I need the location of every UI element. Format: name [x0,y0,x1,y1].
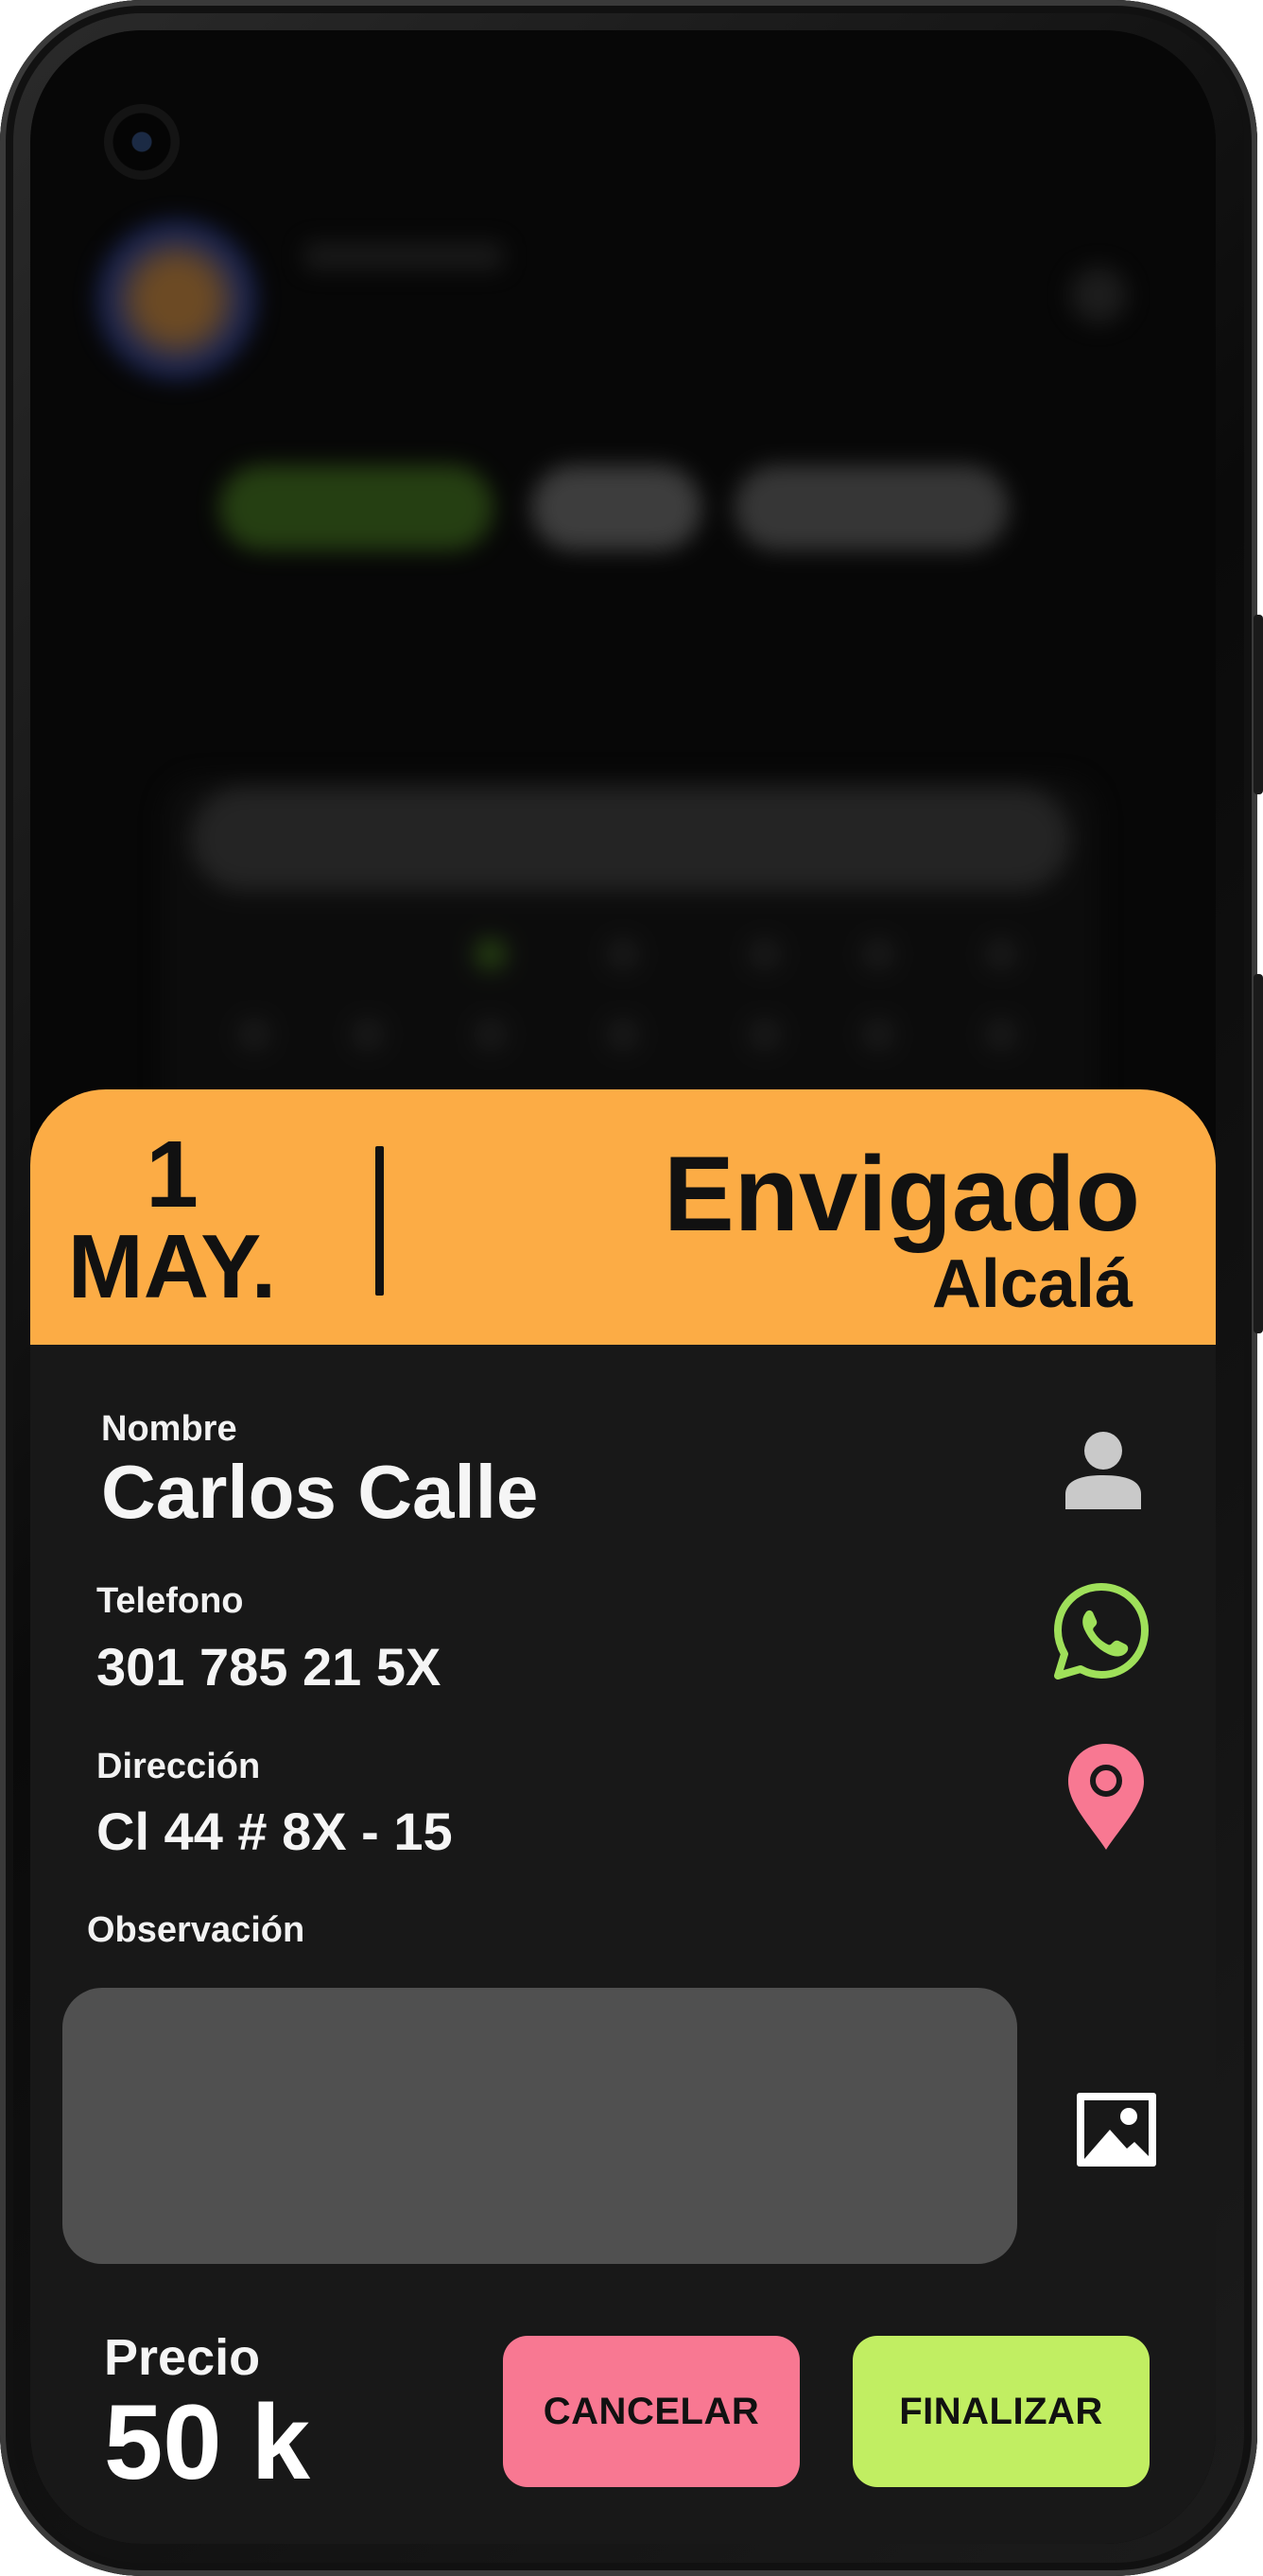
camera-hole [104,104,180,180]
phone-frame: 1 MAY. Envigado Alcalá Nombre Carlos Cal… [0,0,1263,2576]
cancel-button[interactable]: CANCELAR [503,2336,800,2487]
avatar [96,219,257,380]
address-value: Cl 44 # 8X - 15 [96,1801,453,1861]
image-icon[interactable] [1074,2090,1159,2169]
district-subtitle: Alcalá [931,1246,1133,1322]
finish-button[interactable]: FINALIZAR [853,2336,1150,2487]
appointment-sheet: 1 MAY. Envigado Alcalá Nombre Carlos Cal… [30,1089,1216,2544]
map-pin-icon[interactable] [1066,1742,1146,1852]
whatsapp-icon[interactable] [1051,1581,1151,1681]
city-title: Envigado [663,1135,1140,1253]
background-app-blurred [30,30,1216,1307]
bell-icon [1070,267,1127,323]
sheet-header: 1 MAY. Envigado Alcalá [30,1089,1216,1345]
notes-label: Observación [87,1910,305,1950]
name-value: Carlos Calle [101,1450,539,1534]
name-label: Nombre [101,1409,237,1449]
date-day: 1 [146,1122,199,1227]
phone-label: Telefono [96,1581,244,1621]
header-divider [375,1146,384,1296]
volume-button [1254,615,1263,794]
power-button [1254,974,1263,1333]
date-month: MAY. [67,1216,277,1317]
phone-screen: 1 MAY. Envigado Alcalá Nombre Carlos Cal… [30,30,1216,2544]
person-icon[interactable] [1063,1428,1144,1509]
price-value: 50 k [104,2383,310,2501]
address-label: Dirección [96,1747,261,1786]
notes-field[interactable] [62,1988,1017,2264]
phone-value: 301 785 21 5X [96,1637,441,1697]
price-label: Precio [104,2329,261,2386]
